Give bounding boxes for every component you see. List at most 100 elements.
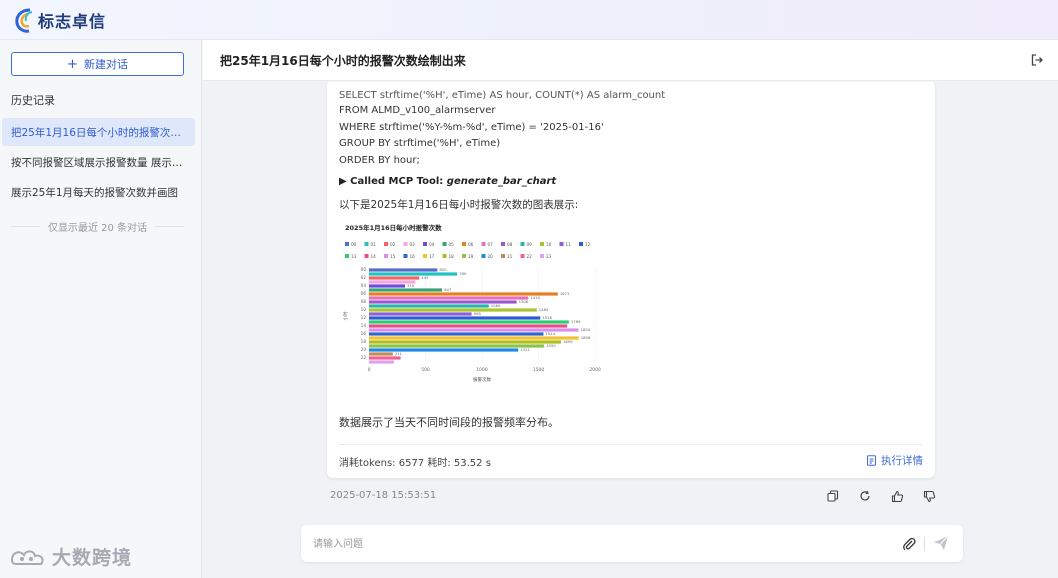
legend-swatch [501, 254, 505, 258]
logout-icon[interactable] [1030, 53, 1044, 67]
question-input[interactable] [313, 534, 873, 554]
legend-swatch [403, 242, 408, 246]
regenerate-button[interactable] [857, 488, 873, 504]
data-label: 1671 [560, 291, 570, 296]
data-label: 1699 [563, 339, 573, 344]
legend-label: 13 [351, 254, 357, 259]
legend-swatch [442, 254, 447, 258]
chart-title: 2025年1月16日每小时报警次数 [345, 223, 442, 232]
bar [369, 284, 406, 288]
legend-label: 12 [585, 242, 591, 247]
refresh-icon [860, 490, 870, 501]
y-tick-label: 18 [361, 339, 367, 344]
data-label: 1769 [571, 319, 581, 324]
legend-label: 20 [488, 254, 494, 259]
copy-button[interactable] [825, 488, 841, 504]
y-tick-label: 06 [361, 291, 367, 296]
watermark-logo-icon [10, 549, 44, 565]
data-label: 647 [444, 287, 452, 292]
bar [369, 272, 458, 276]
legend-swatch [345, 254, 349, 258]
bar-chart: 2025年1月16日每小时报警次数 00 01 02 03 04 05 06 07 08 09 10 1… [342, 223, 601, 383]
legend-swatch [384, 242, 388, 246]
legend-label: 01 [371, 242, 377, 247]
history-item[interactable]: 展示25年1月每天的报警次数并画图 [2, 178, 195, 206]
history-item[interactable]: 按不同报警区域展示报警数量 展示… [2, 148, 195, 176]
usage-stats: 消耗tokens: 6577 耗时: 53.52 s [339, 458, 491, 469]
legend-label: 16 [410, 254, 416, 259]
legend-swatch [481, 254, 486, 258]
x-axis-label: 报警次数 [473, 376, 491, 383]
paperclip-icon[interactable] [901, 536, 917, 552]
legend-swatch [423, 242, 427, 246]
send-icon[interactable] [932, 534, 950, 552]
legend-label: 09 [527, 242, 533, 247]
bar [369, 276, 420, 280]
legend-swatch [462, 254, 466, 258]
chat-header: 把25年1月16日每个小时的报警次数绘制出来 [203, 40, 1058, 81]
bar [369, 352, 393, 356]
history-item-active[interactable]: 把25年1月16日每个小时的报警次… [2, 118, 195, 146]
history-item-label: 按不同报警区域展示报警数量 展示… [11, 156, 183, 169]
app-logo[interactable]: 标志卓信 [14, 7, 106, 33]
bar [369, 288, 443, 292]
bar [369, 308, 537, 312]
bar [369, 356, 401, 360]
bar [369, 316, 541, 320]
legend-swatch [364, 254, 369, 258]
chat-area[interactable]: SELECT strftime('%H', eTime) AS hour, CO… [203, 82, 1058, 578]
sql-line: WHERE strftime('%Y-%m-%d', eTime) = '202… [339, 122, 604, 133]
history-item-label: 把25年1月16日每个小时的报警次… [11, 126, 181, 139]
question-input-box [301, 525, 963, 562]
data-label: 908 [474, 311, 482, 316]
x-tick-label: 2000 [589, 367, 601, 373]
logo-icon [15, 8, 33, 33]
mcp-tool-name: generate_bar_chart [446, 176, 557, 187]
legend-swatch [540, 242, 544, 246]
thumbs-down-icon [923, 490, 935, 502]
data-label: 1516 [542, 315, 552, 320]
execution-detail-label: 执行详情 [881, 455, 923, 467]
recent-limit-note: 仅显示最近 20 条对话 [11, 219, 184, 234]
legend-label: 17 [429, 254, 435, 259]
y-tick-label: 22 [361, 355, 367, 360]
legend-swatch [501, 242, 505, 246]
legend-label: 19 [468, 254, 474, 259]
legend-swatch [442, 242, 447, 246]
new-chat-button[interactable]: + 新建对话 [11, 52, 184, 76]
x-tick-label: 1000 [476, 367, 488, 373]
y-tick-label: 04 [361, 283, 367, 288]
legend-label: 21 [507, 254, 513, 259]
legend-label: 11 [566, 242, 572, 247]
bar [369, 336, 579, 340]
copy-icon [827, 490, 839, 502]
execution-detail-link[interactable]: 执行详情 [866, 453, 923, 468]
summary-text: 数据展示了当天不同时间段的报警频率分布。 [339, 416, 559, 429]
history-item-label: 展示25年1月每天的报警次数并画图 [11, 186, 179, 199]
recent-note-text: 仅显示最近 20 条对话 [47, 223, 148, 234]
legend-label: 14 [371, 254, 377, 259]
data-label: 319 [407, 283, 415, 288]
bar [369, 296, 529, 300]
watermark-text: 大数跨境 [52, 547, 133, 569]
dislike-button[interactable] [921, 488, 937, 504]
data-label: 1856 [581, 335, 591, 340]
y-tick-label: 12 [361, 315, 367, 320]
legend-swatch [403, 254, 408, 258]
new-chat-label: 新建对话 [83, 58, 128, 71]
data-label: 780 [459, 271, 467, 276]
plus-icon: + [67, 56, 78, 72]
data-label: 211 [395, 351, 403, 356]
document-icon [867, 455, 876, 466]
like-button[interactable] [889, 488, 905, 504]
data-label: 1485 [539, 307, 549, 312]
legend-label: 08 [507, 242, 513, 247]
mcp-tool-call[interactable]: ▶ Called MCP Tool: generate_bar_chart [339, 176, 556, 187]
data-label: 1306 [519, 299, 529, 304]
y-tick-label: 08 [361, 299, 367, 304]
y-tick-label: 16 [361, 331, 367, 336]
app-name: 标志卓信 [38, 11, 107, 31]
legend-label: 23 [546, 254, 552, 259]
watermark: 大数跨境 [8, 543, 132, 570]
data-label: 605 [439, 267, 447, 272]
